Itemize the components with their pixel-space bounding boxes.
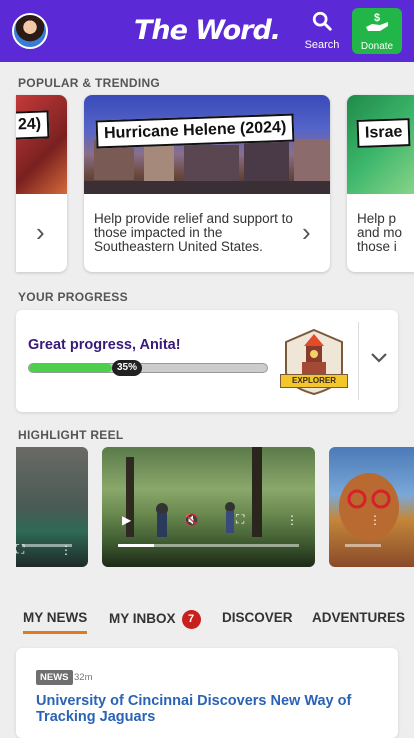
- card-description: Help p and mo those i: [357, 212, 403, 254]
- park-scene-icon: [126, 447, 262, 537]
- progress-section-title: YOUR PROGRESS: [18, 290, 128, 304]
- tab-label: ADVENTURES: [312, 610, 406, 625]
- explorer-badge: EXPLORER: [280, 328, 348, 396]
- card-banner: 24): [16, 110, 50, 140]
- donate-button[interactable]: $ Donate: [352, 8, 402, 54]
- progress-divider: [358, 322, 359, 400]
- tab-my-inbox[interactable]: MY INBOX 7: [109, 610, 201, 629]
- trending-card-next[interactable]: Israe Help p and mo those i: [347, 95, 414, 272]
- progress-bar-fill: [29, 364, 113, 372]
- more-options-icon[interactable]: ⋮: [60, 543, 72, 557]
- badge-ribbon: EXPLORER: [280, 374, 348, 388]
- news-timestamp: 32m: [74, 672, 93, 683]
- chevron-right-icon: ›: [36, 217, 45, 247]
- reel-video-2[interactable]: ▶ 🔇 ⛶ ⋮: [102, 447, 315, 567]
- tab-label: MY INBOX: [109, 611, 176, 627]
- chevron-down-icon: [371, 353, 387, 363]
- news-headline[interactable]: University of Cincinnai Discovers New Wa…: [36, 693, 356, 725]
- trending-section-title: POPULAR & TRENDING: [18, 76, 161, 90]
- chevron-right-icon: ›: [302, 217, 311, 247]
- highlight-section-title: HIGHLIGHT REEL: [18, 428, 124, 442]
- video-progress-played: [118, 544, 154, 547]
- donate-hand-icon: $: [366, 12, 388, 31]
- card-banner: Israe: [356, 118, 411, 148]
- trending-card-prev[interactable]: 24) ›: [16, 95, 67, 272]
- more-options-icon[interactable]: ⋮: [369, 513, 381, 527]
- mute-icon[interactable]: 🔇: [184, 513, 199, 527]
- more-options-icon[interactable]: ⋮: [286, 513, 298, 527]
- news-tag: NEWS: [36, 670, 73, 685]
- play-icon[interactable]: ▶: [122, 513, 131, 527]
- tab-discover[interactable]: DISCOVER: [222, 610, 293, 625]
- card-description: Help provide relief and support to those…: [94, 211, 293, 254]
- donate-label: Donate: [360, 41, 394, 52]
- reel-video-3[interactable]: ⋮: [329, 447, 414, 567]
- expand-progress-button[interactable]: [368, 346, 390, 368]
- search-label: Search: [304, 39, 340, 51]
- fullscreen-icon[interactable]: ⛶: [16, 542, 24, 557]
- inbox-count-badge: 7: [181, 610, 201, 629]
- progress-message: Great progress, Anita!: [28, 337, 181, 353]
- progress-percent-label: 35%: [112, 360, 142, 376]
- top-bar: The Word. Search $ Donate: [0, 0, 414, 62]
- tab-label: MY NEWS: [23, 610, 88, 625]
- trending-card-hurricane[interactable]: Hurricane Helene (2024) Help provide rel…: [84, 95, 330, 272]
- tab-my-news[interactable]: MY NEWS: [23, 610, 88, 634]
- video-progress-track: [345, 544, 381, 547]
- news-card[interactable]: NEWS 32m University of Cincinnai Discove…: [16, 648, 398, 738]
- news-tabs: MY NEWS MY INBOX 7 DISCOVER ADVENTURES: [0, 608, 414, 638]
- svg-text:$: $: [374, 12, 380, 24]
- search-button[interactable]: Search: [302, 10, 342, 52]
- progress-card: Great progress, Anita! 35% EXPLORER: [16, 310, 398, 412]
- dog-scene-icon: [339, 473, 399, 541]
- reel-video-1[interactable]: ⛶ ⋮: [16, 447, 88, 567]
- progress-bar: [28, 363, 268, 373]
- fullscreen-icon[interactable]: ⛶: [236, 512, 244, 527]
- tab-adventures[interactable]: ADVENTURES: [312, 610, 405, 625]
- search-icon: [312, 11, 332, 31]
- tab-label: DISCOVER: [222, 610, 293, 625]
